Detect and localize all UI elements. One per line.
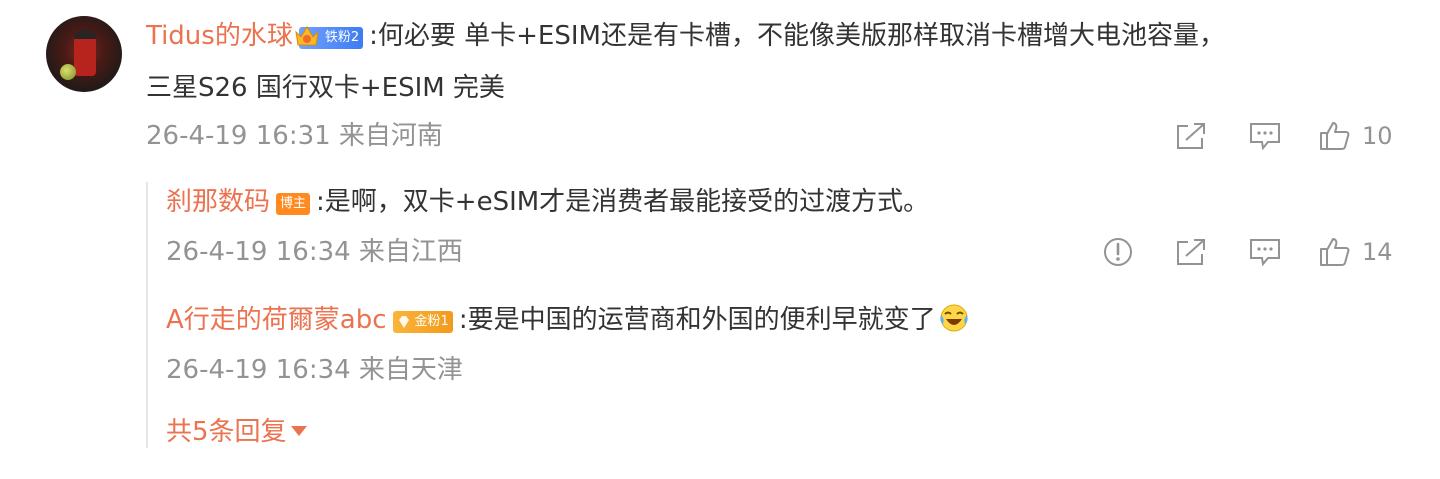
caret-down-icon: [290, 426, 307, 436]
comment-button[interactable]: [1248, 120, 1282, 152]
reply-1-like-count: 14: [1362, 238, 1393, 266]
reply-1-meta: 26-4-19 16:34 来自江西: [166, 237, 463, 267]
reply-1-like-button[interactable]: 14: [1318, 236, 1393, 268]
comment-icon: [1250, 123, 1280, 151]
comment-line-1: Tidus的水球 铁粉2 :何必要 单卡+ESIM还是有卡槽，不能像美版那样取消卡槽…: [146, 18, 1225, 54]
comment-author[interactable]: Tidus的水球: [146, 21, 293, 51]
share-icon: [1177, 123, 1205, 149]
like-count: 10: [1362, 122, 1393, 150]
share-button[interactable]: [1174, 120, 1208, 152]
reply-1-author[interactable]: 刹那数码: [166, 187, 270, 217]
reply-1-comment-button[interactable]: [1248, 236, 1282, 268]
gem-icon: [398, 316, 409, 328]
more-replies-link[interactable]: 共5条回复: [166, 414, 307, 450]
more-replies-label: 共5条回复: [166, 417, 287, 447]
reply-1-text: :是啊，双卡+eSIM才是消费者最能接受的过渡方式。: [316, 187, 930, 217]
gold-fan-badge[interactable]: 金粉1: [392, 311, 453, 333]
fan-badge-label: 铁粉2: [324, 30, 360, 45]
reply-2-line: A行走的荷爾蒙abc 金粉1 :要是中国的运营商和外国的便利早就变了: [166, 302, 970, 338]
like-icon: [1320, 122, 1350, 150]
reply-1-line: 刹那数码 博主:是啊，双卡+eSIM才是消费者最能接受的过渡方式。: [166, 184, 929, 220]
like-button[interactable]: 10: [1318, 120, 1393, 152]
reply-1-share-button[interactable]: [1174, 236, 1208, 268]
report-button[interactable]: [1102, 236, 1134, 268]
reply-divider: [146, 182, 148, 448]
share-icon: [1177, 239, 1205, 265]
comment-text-line-1: :何必要 单卡+ESIM还是有卡槽，不能像美版那样取消卡槽增大电池容量，: [369, 21, 1225, 51]
avatar-figure: [74, 30, 96, 76]
blogger-badge: 博主: [276, 193, 311, 215]
reply-2-text: :要是中国的运营商和外国的便利早就变了: [458, 305, 936, 335]
gold-fan-badge-label: 金粉1: [414, 314, 449, 329]
comment-icon: [1250, 239, 1280, 267]
comment-meta: 26-4-19 16:31 来自河南: [146, 121, 443, 151]
comment-text-line-2: 三星S26 国行双卡+ESIM 完美: [146, 73, 505, 103]
reply-2-author[interactable]: A行走的荷爾蒙abc: [166, 305, 387, 335]
laugh-cry-emoji-icon: [939, 304, 968, 332]
report-icon: [1104, 238, 1132, 266]
reply-2-meta: 26-4-19 16:34 来自天津: [166, 355, 463, 385]
like-icon: [1320, 238, 1350, 266]
avatar[interactable]: [46, 16, 122, 92]
crown-icon: [295, 26, 319, 46]
fan-badge[interactable]: 铁粉2: [295, 26, 364, 49]
avatar-ball: [60, 64, 76, 80]
